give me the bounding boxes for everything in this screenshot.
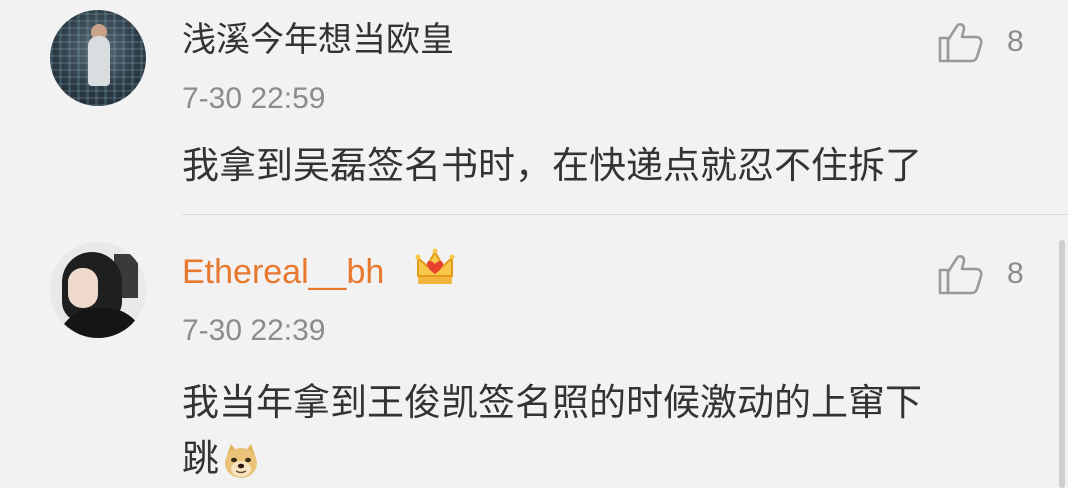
username[interactable]: Ethereal__bh: [182, 252, 384, 292]
like-count: 8: [1007, 257, 1024, 290]
vip-crown-icon[interactable]: [414, 246, 456, 288]
comment-text: 我当年拿到王俊凯签名照的时候激动的上窜下: [182, 381, 922, 424]
comment-text-continued: 跳: [182, 433, 1022, 485]
avatar-face: [68, 268, 98, 308]
comment-text: 我拿到吴磊签名书时，在快递点就忍不住拆了: [182, 144, 922, 187]
scrollbar[interactable]: [1059, 240, 1065, 488]
comment-divider: [182, 214, 1068, 215]
user-avatar[interactable]: [50, 242, 146, 338]
comment-time: 7-30 22:39: [182, 314, 326, 347]
thumbs-up-icon[interactable]: [936, 252, 984, 296]
avatar-figure-body: [88, 36, 110, 86]
comment-time: 7-30 22:59: [182, 82, 326, 115]
like-count: 8: [1007, 25, 1024, 58]
user-avatar[interactable]: [50, 10, 146, 106]
thumbs-up-icon[interactable]: [936, 20, 984, 64]
username[interactable]: 浅溪今年想当欧皇: [182, 20, 454, 60]
comment-text-line2: 跳: [182, 437, 219, 480]
doge-emoji-icon: [225, 443, 257, 478]
